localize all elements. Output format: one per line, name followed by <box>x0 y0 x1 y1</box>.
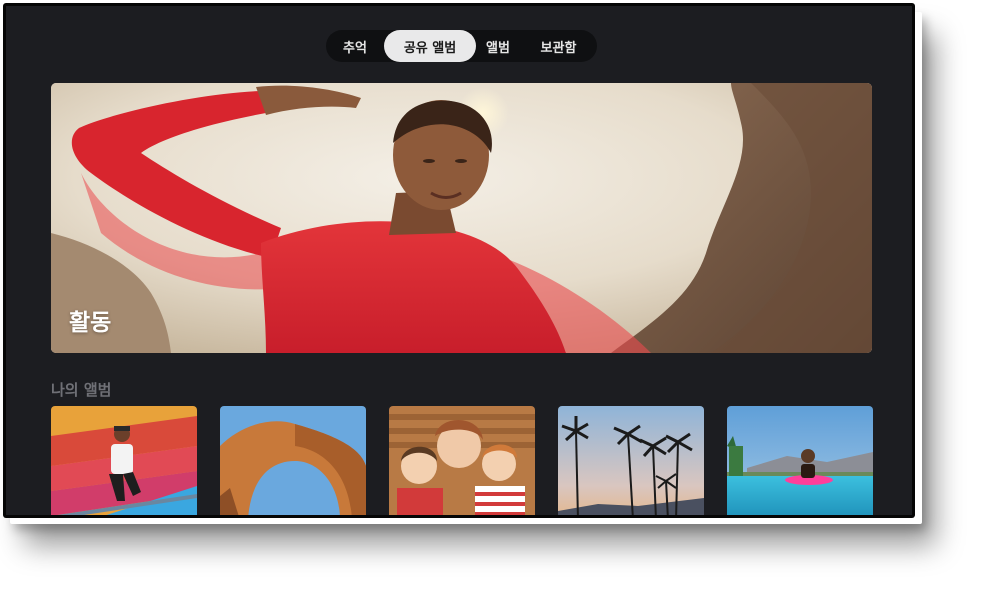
hero-activity-card[interactable]: 활동 <box>51 83 872 353</box>
tab-memories[interactable]: 추억 <box>326 30 384 62</box>
tv-frame: 추억 공유 앨범 앨범 보관함 활동 나의 앨범 <box>3 3 915 518</box>
album-thumbnail-1[interactable] <box>51 406 197 515</box>
section-title-my-albums: 나의 앨범 <box>51 381 112 399</box>
album-photo <box>51 406 197 515</box>
hero-photo <box>51 83 872 353</box>
album-thumbnail-2[interactable] <box>220 406 366 515</box>
album-thumbnail-4[interactable] <box>558 406 704 515</box>
hero-title: 활동 <box>69 310 112 336</box>
tab-bar: 추억 공유 앨범 앨범 보관함 <box>326 30 597 62</box>
tab-shared-albums[interactable]: 공유 앨범 <box>384 30 476 62</box>
album-thumbnail-3[interactable] <box>389 406 535 515</box>
tab-albums[interactable]: 앨범 <box>476 30 520 62</box>
album-thumbnail-5[interactable] <box>727 406 873 515</box>
tab-library[interactable]: 보관함 <box>520 30 597 62</box>
album-photo <box>558 406 704 515</box>
album-photo <box>220 406 366 515</box>
album-photo <box>389 406 535 515</box>
tv-screen: 추억 공유 앨범 앨범 보관함 활동 나의 앨범 <box>6 6 912 515</box>
album-photo <box>727 406 873 515</box>
